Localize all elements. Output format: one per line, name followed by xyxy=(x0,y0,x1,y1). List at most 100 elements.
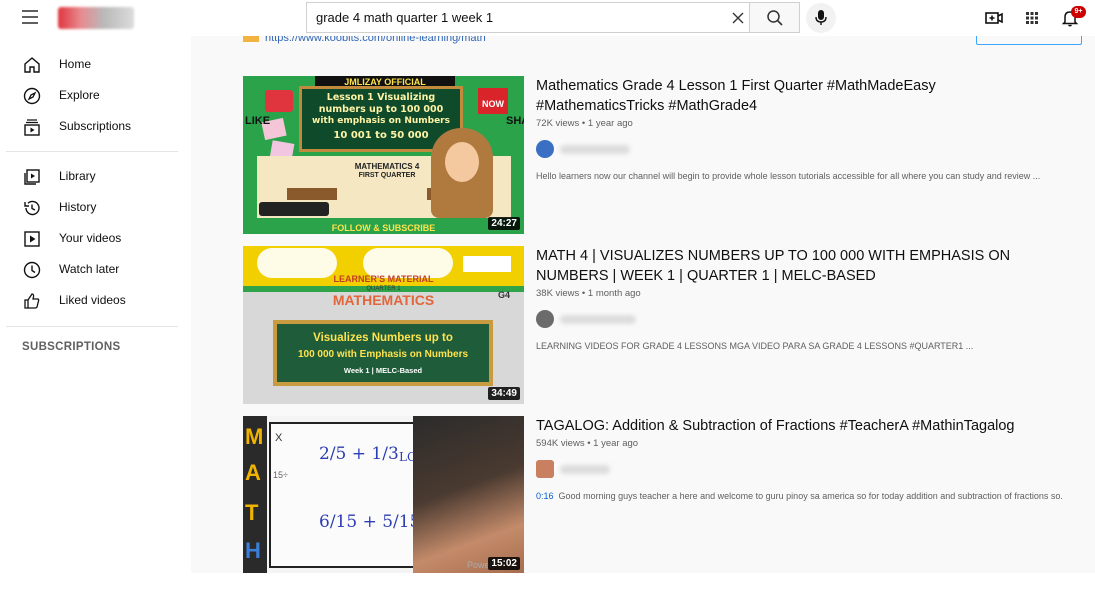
thumb-text: with emphasis on Numbers xyxy=(312,116,450,126)
thumb-text: 15÷ xyxy=(273,470,288,480)
thumb-text: H xyxy=(245,538,261,563)
sidebar-divider xyxy=(6,151,178,152)
thumb-text: A xyxy=(245,460,261,485)
thumb-text: 6/15 + 5/15 xyxy=(319,512,421,532)
video-thumbnail[interactable]: LEARNER'S MATERIAL QUARTER 1 MATHEMATICS… xyxy=(243,246,524,404)
sidebar-item-label: Home xyxy=(59,57,92,71)
thumb-text: LIKE xyxy=(245,115,271,127)
create-video-icon[interactable] xyxy=(984,8,1004,28)
video-title[interactable]: TAGALOG: Addition & Subtraction of Fract… xyxy=(536,416,1066,436)
video-description: Hello learners now our channel will begi… xyxy=(536,171,1041,181)
face-image xyxy=(445,142,479,182)
desk-image xyxy=(287,188,337,200)
search-results: https://www.koobits.com/online-learning/… xyxy=(191,36,1095,573)
thumb-text: MATHEMATICS 4 xyxy=(354,162,420,171)
sidebar-item-watch-later[interactable]: Watch later xyxy=(6,255,178,285)
thumb-text: numbers up to 100 000 xyxy=(318,104,444,115)
top-bar: 9+ xyxy=(0,0,1095,36)
thumb-text: Visualizes Numbers up to xyxy=(313,332,453,344)
apps-grid-icon[interactable] xyxy=(1022,8,1042,28)
thumb-text: MATHEMATICS xyxy=(332,292,435,308)
sidebar-item-library[interactable]: Library xyxy=(6,162,178,192)
thumb-text: FOLLOW & SUBSCRIBE xyxy=(243,222,524,234)
sidebar-item-label: Your videos xyxy=(59,231,122,245)
video-meta: 38K views • 1 month ago xyxy=(536,288,641,299)
thumb-letter-strip: M A T H xyxy=(243,416,267,573)
history-icon xyxy=(24,200,40,216)
menu-icon[interactable] xyxy=(22,10,40,24)
video-thumbnail[interactable]: JMLIZAY OFFICIAL Lesson 1 Visualizing nu… xyxy=(243,76,524,234)
thumb-text: Week 1 | MELC-Based xyxy=(343,366,423,375)
channel-name-blurred xyxy=(560,315,636,324)
video-duration: 34:49 xyxy=(488,387,520,400)
youtube-logo[interactable] xyxy=(58,7,134,29)
avatar xyxy=(536,310,554,328)
library-icon xyxy=(24,169,40,185)
video-meta: 72K views • 1 year ago xyxy=(536,118,633,129)
avatar-image xyxy=(265,90,293,112)
video-result: LEARNER'S MATERIAL QUARTER 1 MATHEMATICS… xyxy=(243,246,1073,404)
teacher-avatar-image xyxy=(431,128,493,218)
home-icon xyxy=(24,57,40,73)
search-box xyxy=(306,2,800,33)
channel-name-blurred xyxy=(560,465,610,474)
clock-icon xyxy=(23,261,41,279)
thumb-text: Lesson 1 Visualizing xyxy=(326,92,436,103)
channel-name-blurred xyxy=(560,145,630,154)
voice-search-button[interactable] xyxy=(806,3,836,33)
search-input[interactable] xyxy=(307,3,717,32)
channel-link[interactable] xyxy=(536,310,646,328)
sidebar-item-subscriptions[interactable]: Subscriptions xyxy=(6,112,178,142)
video-duration: 15:02 xyxy=(488,557,520,570)
close-icon[interactable] xyxy=(729,9,747,27)
search-button[interactable] xyxy=(749,3,799,32)
sidebar-item-label: Library xyxy=(59,169,96,183)
sidebar: Home Explore Subscriptions Library Histo… xyxy=(0,36,191,600)
sidebar-item-label: Watch later xyxy=(59,262,120,276)
sidebar-item-home[interactable]: Home xyxy=(6,50,178,80)
sidebar-item-label: History xyxy=(59,200,97,214)
subscriptions-icon xyxy=(24,119,40,136)
channel-link[interactable] xyxy=(536,460,646,478)
label-image xyxy=(463,256,511,272)
thumb-text: 2/5 + 1/3 xyxy=(319,444,399,464)
video-meta: 594K views • 1 year ago xyxy=(536,438,639,449)
subscriptions-heading: SUBSCRIPTIONS xyxy=(22,341,121,353)
avatar xyxy=(536,460,554,478)
social-icons xyxy=(259,202,329,216)
sidebar-item-liked-videos[interactable]: Liked videos xyxy=(6,286,178,316)
thumb-text: FIRST QUARTER xyxy=(358,172,416,179)
sidebar-item-label: Subscriptions xyxy=(59,119,132,133)
video-description: Good morning guys teacher a here and wel… xyxy=(558,491,1063,501)
thumb-text: LEARNER'S MATERIAL xyxy=(333,274,434,284)
thumb-text: M xyxy=(245,424,264,449)
thumb-text: T xyxy=(245,500,259,525)
teacher-image xyxy=(413,416,524,573)
channel-link[interactable] xyxy=(536,140,646,158)
search-icon xyxy=(767,10,783,26)
compass-icon xyxy=(23,87,41,105)
sidebar-item-your-videos[interactable]: Your videos xyxy=(6,224,178,254)
video-title[interactable]: Mathematics Grade 4 Lesson 1 First Quart… xyxy=(536,76,1066,116)
sidebar-item-explore[interactable]: Explore xyxy=(6,81,178,111)
video-title[interactable]: MATH 4 | VISUALIZES NUMBERS UP TO 100 00… xyxy=(536,246,1066,286)
play-icon xyxy=(24,231,40,247)
video-description: LEARNING VIDEOS FOR GRADE 4 LESSONS MGA … xyxy=(536,341,974,351)
ad-action-button[interactable] xyxy=(976,36,1082,45)
notification-badge: 9+ xyxy=(1071,6,1086,18)
avatar xyxy=(536,140,554,158)
thumb-text: 100 000 with Emphasis on Numbers xyxy=(297,349,469,360)
chalkboard: Visualizes Numbers up to 100 000 with Em… xyxy=(273,320,493,386)
ad-url-link[interactable]: https://www.koobits.com/online-learning/… xyxy=(265,36,486,44)
sidebar-item-label: Liked videos xyxy=(59,293,126,307)
sidebar-item-history[interactable]: History xyxy=(6,193,178,223)
sidebar-divider xyxy=(6,326,178,327)
video-result: M A T H X 15÷ 2/5 + 1/3 LCD 6/15 + 5/15 … xyxy=(243,416,1073,573)
video-description-row: 0:16 Good morning guys teacher a here an… xyxy=(536,491,1095,501)
thumb-text: G4 xyxy=(497,290,510,300)
chapter-timestamp-link[interactable]: 0:16 xyxy=(536,491,554,501)
subscribe-badge: NOW xyxy=(478,88,508,114)
video-thumbnail[interactable]: M A T H X 15÷ 2/5 + 1/3 LCD 6/15 + 5/15 … xyxy=(243,416,524,573)
video-duration: 24:27 xyxy=(488,217,520,230)
video-result: JMLIZAY OFFICIAL Lesson 1 Visualizing nu… xyxy=(243,76,1073,234)
